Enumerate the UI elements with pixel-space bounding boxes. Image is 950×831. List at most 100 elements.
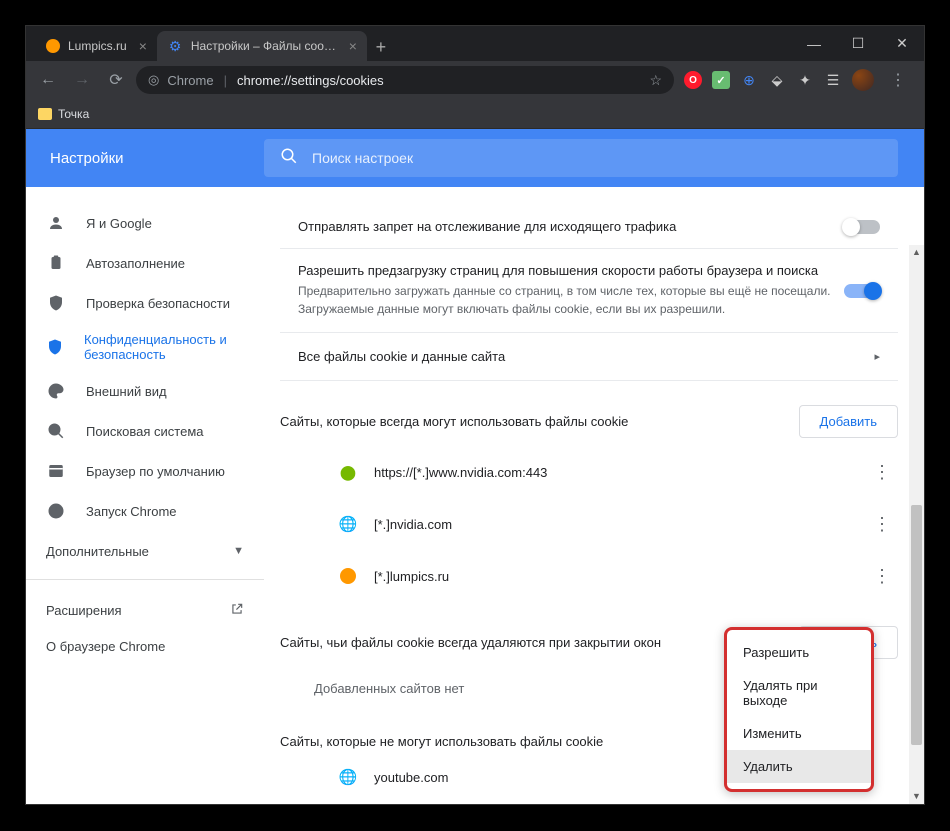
tab-favicon-gear: ⚙	[169, 39, 183, 53]
globe-extension-icon[interactable]: ⊕	[740, 71, 758, 89]
sidebar-item-label: Браузер по умолчанию	[86, 464, 225, 479]
toolbar: ← → ⟳ ◎ Chrome | chrome://settings/cooki…	[26, 61, 924, 99]
globe-icon: 🌐	[338, 514, 358, 534]
site-more-button[interactable]: ⋮	[866, 508, 898, 540]
sidebar-item-default-browser[interactable]: Браузер по умолчанию	[26, 451, 264, 491]
forward-button[interactable]: →	[68, 66, 96, 94]
dnt-toggle[interactable]	[844, 220, 880, 234]
tab-title: Настройки – Файлы cookie и др	[191, 39, 337, 53]
section-header: Сайты, которые всегда могут использовать…	[280, 405, 898, 446]
site-favicon	[338, 566, 358, 586]
setting-dnt: Отправлять запрет на отслеживание для ис…	[280, 211, 898, 249]
sidebar-item-startup[interactable]: Запуск Chrome	[26, 491, 264, 531]
back-button[interactable]: ←	[34, 66, 62, 94]
site-url: [*.]nvidia.com	[374, 517, 850, 532]
settings-header: Настройки	[26, 129, 924, 187]
vertical-scrollbar[interactable]: ▲ ▼	[909, 245, 924, 804]
sidebar-about[interactable]: О браузере Chrome	[26, 628, 264, 664]
setting-text: Разрешить предзагрузку страниц для повыш…	[298, 263, 844, 318]
new-tab-button[interactable]: +	[367, 33, 395, 61]
sidebar-item-privacy[interactable]: Конфиденциальность и безопасность	[26, 323, 264, 371]
close-button[interactable]: ✕	[880, 26, 924, 61]
sidebar-item-safety[interactable]: Проверка безопасности	[26, 283, 264, 323]
search-icon	[46, 422, 66, 440]
preload-toggle[interactable]	[844, 284, 880, 298]
section-title: Сайты, которые не могут использовать фай…	[280, 734, 603, 749]
chrome-window: Lumpics.ru × ⚙ Настройки – Файлы cookie …	[25, 25, 925, 805]
sidebar-footer: Расширения О браузере Chrome	[26, 592, 264, 664]
setting-description: Предварительно загружать данные со стран…	[298, 282, 844, 318]
clipboard-icon	[46, 254, 66, 272]
bookmark-folder[interactable]: Точка	[38, 107, 89, 121]
reload-button[interactable]: ⟳	[102, 66, 130, 94]
external-link-icon	[230, 602, 244, 619]
maximize-button[interactable]: ☐	[836, 26, 880, 61]
omnibox[interactable]: ◎ Chrome | chrome://settings/cookies ☆	[136, 66, 674, 94]
tab-close-icon[interactable]: ×	[349, 38, 357, 54]
all-cookies-link[interactable]: Все файлы cookie и данные сайта ▸	[280, 333, 898, 381]
tab-lumpics[interactable]: Lumpics.ru ×	[34, 31, 157, 61]
add-allow-button[interactable]: Добавить	[799, 405, 898, 438]
tab-close-icon[interactable]: ×	[139, 38, 147, 54]
scroll-up-arrow[interactable]: ▲	[909, 245, 924, 260]
browser-icon	[46, 462, 66, 480]
power-icon	[46, 502, 66, 520]
all-cookies-label: Все файлы cookie и данные сайта	[298, 349, 505, 364]
site-row: [*.]lumpics.ru ⋮	[280, 550, 898, 602]
reading-list-icon[interactable]: ☰	[824, 71, 842, 89]
palette-icon	[46, 382, 66, 400]
ctx-edit[interactable]: Изменить	[727, 717, 871, 750]
sidebar-about-label: О браузере Chrome	[46, 639, 165, 654]
setting-preload: Разрешить предзагрузку страниц для повыш…	[280, 249, 898, 333]
sidebar-item-label: Я и Google	[86, 216, 152, 231]
site-url: https://[*.]www.nvidia.com:443	[374, 465, 850, 480]
sidebar-item-label: Автозаполнение	[86, 256, 185, 271]
site-row: 🌐 [*.]nvidia.com ⋮	[280, 498, 898, 550]
omnibox-url: chrome://settings/cookies	[237, 73, 384, 88]
search-settings[interactable]	[264, 139, 898, 177]
setting-text: Отправлять запрет на отслеживание для ис…	[298, 219, 844, 234]
sidebar-item-label: Внешний вид	[86, 384, 167, 399]
titlebar: Lumpics.ru × ⚙ Настройки – Файлы cookie …	[26, 26, 924, 61]
nvidia-icon: ⬤	[338, 462, 358, 482]
adguard-extension-icon[interactable]: ✓	[712, 71, 730, 89]
opera-extension-icon[interactable]: O	[684, 71, 702, 89]
window-controls: — ☐ ✕	[792, 26, 924, 61]
bookmark-star-icon[interactable]: ☆	[649, 72, 662, 89]
sidebar: Я и Google Автозаполнение Проверка безоп…	[26, 187, 264, 804]
sidebar-item-google[interactable]: Я и Google	[26, 203, 264, 243]
sidebar-item-label: Проверка безопасности	[86, 296, 230, 311]
minimize-button[interactable]: —	[792, 26, 836, 61]
sidebar-advanced[interactable]: Дополнительные ▼	[26, 531, 264, 571]
ctx-delete[interactable]: Удалить	[727, 750, 871, 783]
site-more-button[interactable]: ⋮	[866, 456, 898, 488]
profile-avatar[interactable]	[852, 69, 874, 91]
extension-icons: O ✓ ⊕ ⬙ ✦ ☰ ⋮	[680, 69, 916, 91]
section-allow: Сайты, которые всегда могут использовать…	[280, 405, 898, 602]
setting-title: Разрешить предзагрузку страниц для повыш…	[298, 263, 844, 278]
chrome-icon: ◎	[148, 72, 159, 88]
scroll-thumb[interactable]	[911, 505, 922, 745]
sidebar-item-appearance[interactable]: Внешний вид	[26, 371, 264, 411]
sidebar-extensions[interactable]: Расширения	[26, 592, 264, 628]
setting-title: Отправлять запрет на отслеживание для ис…	[298, 219, 844, 234]
search-wrap	[264, 139, 924, 177]
person-icon	[46, 214, 66, 232]
bookmarks-bar: Точка	[26, 99, 924, 129]
sidebar-item-autofill[interactable]: Автозаполнение	[26, 243, 264, 283]
search-input[interactable]	[312, 150, 882, 166]
ctx-delete-on-exit[interactable]: Удалять при выходе	[727, 669, 871, 717]
tab-favicon-orange	[46, 39, 60, 53]
scroll-down-arrow[interactable]: ▼	[909, 789, 924, 804]
settings-page: Настройки Я и Google Автозаполнение	[26, 129, 924, 804]
tab-settings[interactable]: ⚙ Настройки – Файлы cookie и др ×	[157, 31, 367, 61]
chrome-menu-icon[interactable]: ⋮	[884, 70, 912, 90]
ctx-allow[interactable]: Разрешить	[727, 636, 871, 669]
sidebar-item-label: Запуск Chrome	[86, 504, 177, 519]
sidebar-item-search[interactable]: Поисковая система	[26, 411, 264, 451]
extensions-menu-icon[interactable]: ✦	[796, 71, 814, 89]
cube-extension-icon[interactable]: ⬙	[768, 71, 786, 89]
context-menu: Разрешить Удалять при выходе Изменить Уд…	[724, 627, 874, 792]
site-row: ⬤ https://[*.]www.nvidia.com:443 ⋮	[280, 446, 898, 498]
site-more-button[interactable]: ⋮	[866, 560, 898, 592]
